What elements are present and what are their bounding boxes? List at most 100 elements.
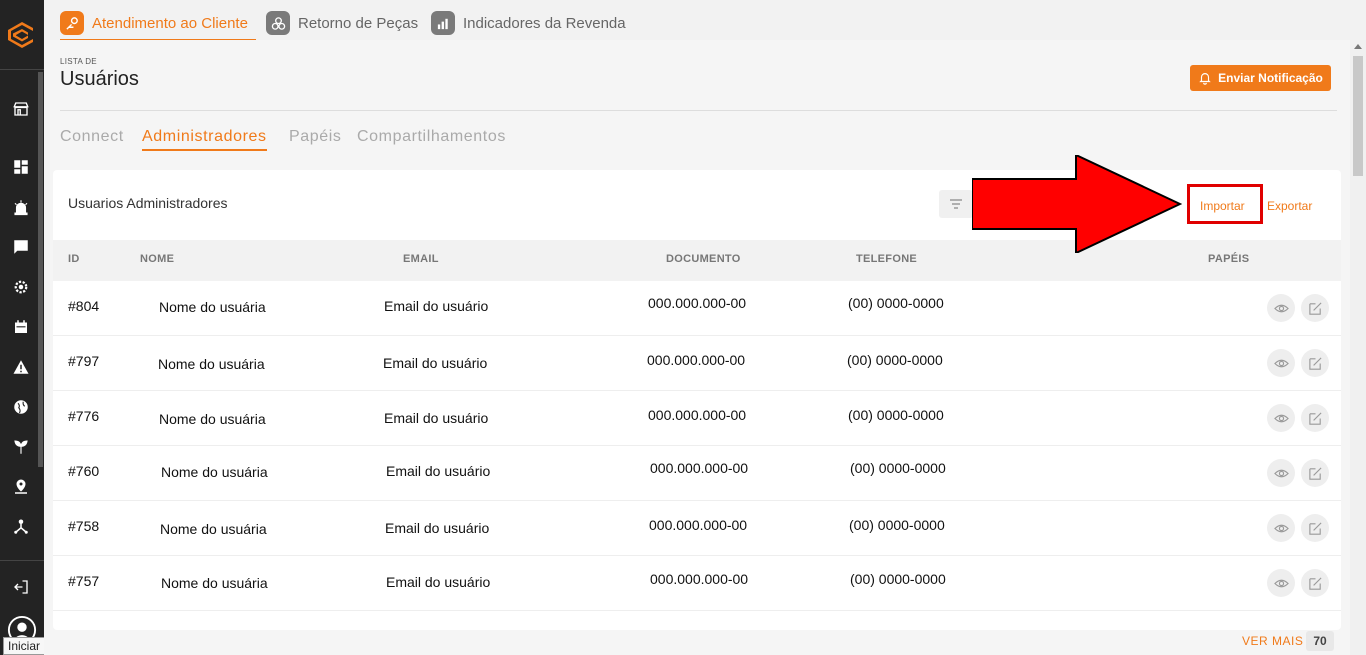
row-email: Email do usuário — [386, 574, 491, 590]
chart-icon — [431, 11, 455, 35]
import-button[interactable]: Importar — [1200, 199, 1245, 213]
row-phone: (00) 0000-0000 — [848, 407, 944, 423]
table-row[interactable]: #776 Nome do usuária Email do usuário 00… — [53, 391, 1341, 446]
row-name: Nome do usuária — [159, 411, 266, 427]
column-header-papeis: PAPÉIS — [1208, 253, 1250, 265]
table-row[interactable]: #797 Nome do usuária Email do usuário 00… — [53, 336, 1341, 391]
row-email: Email do usuário — [384, 410, 489, 426]
row-document: 000.000.000-00 — [649, 517, 748, 533]
see-more-link[interactable]: VER MAIS — [1242, 634, 1303, 648]
eye-icon — [1273, 359, 1289, 367]
subtab-papeis[interactable]: Papéis — [289, 128, 342, 146]
row-name: Nome do usuária — [161, 464, 268, 480]
scrollbar-thumb[interactable] — [1353, 56, 1363, 176]
subtab-connect[interactable]: Connect — [60, 128, 124, 146]
row-id: #758 — [68, 518, 100, 534]
edit-icon — [1308, 301, 1322, 315]
subtab-compartilhamentos[interactable]: Compartilhamentos — [357, 128, 506, 146]
page-eyebrow: LISTA DE — [60, 57, 97, 66]
edit-button[interactable] — [1301, 349, 1329, 377]
row-email: Email do usuário — [383, 355, 488, 371]
scroll-up-arrow-icon[interactable] — [1354, 44, 1362, 49]
edit-icon — [1308, 576, 1322, 590]
send-notification-button[interactable]: Enviar Notificação — [1190, 65, 1331, 91]
sidebar — [0, 0, 44, 655]
top-tab-bar: Atendimento ao Cliente Retorno de Peças … — [44, 0, 1366, 41]
tab-label: Retorno de Peças — [298, 14, 419, 32]
dashboard-icon[interactable] — [10, 156, 32, 178]
settings-icon[interactable] — [10, 276, 32, 298]
sidebar-divider — [0, 69, 44, 70]
view-button[interactable] — [1267, 404, 1295, 432]
row-name: Nome do usuária — [161, 575, 268, 591]
edit-button[interactable] — [1301, 514, 1329, 542]
eye-icon — [1273, 524, 1289, 532]
logout-icon[interactable] — [10, 576, 32, 598]
edit-icon — [1308, 356, 1322, 370]
edit-button[interactable] — [1301, 459, 1329, 487]
plant-icon[interactable] — [10, 436, 32, 458]
edit-button[interactable] — [1301, 294, 1329, 322]
row-phone: (00) 0000-0000 — [848, 295, 944, 311]
chat-icon[interactable] — [10, 236, 32, 258]
eye-icon — [1273, 414, 1289, 422]
main-content: LISTA DE Usuários Enviar Notificação Con… — [44, 40, 1350, 655]
edit-button[interactable] — [1301, 404, 1329, 432]
row-phone: (00) 0000-0000 — [850, 460, 946, 476]
page-scrollbar[interactable] — [1350, 40, 1366, 655]
alarm-icon[interactable] — [10, 196, 32, 218]
table-row[interactable]: #757 Nome do usuária Email do usuário 00… — [53, 556, 1341, 611]
hierarchy-icon[interactable] — [10, 516, 32, 538]
view-button[interactable] — [1267, 294, 1295, 322]
row-email: Email do usuário — [384, 298, 489, 314]
subtab-administradores[interactable]: Administradores — [142, 128, 267, 151]
bell-icon — [1199, 73, 1211, 85]
edit-icon — [1308, 521, 1322, 535]
row-id: #797 — [68, 353, 100, 369]
tab-retorno-pecas[interactable]: Retorno de Peças — [266, 6, 418, 40]
export-button[interactable]: Exportar — [1267, 199, 1312, 213]
row-phone: (00) 0000-0000 — [850, 571, 946, 587]
tab-label: Indicadores da Revenda — [463, 14, 626, 32]
row-name: Nome do usuária — [158, 356, 265, 372]
eye-icon — [1273, 304, 1289, 312]
row-document: 000.000.000-00 — [648, 295, 747, 311]
column-header-nome: NOME — [140, 253, 175, 265]
view-button[interactable] — [1267, 514, 1295, 542]
table-row[interactable]: #804 Nome do usuária Email do usuário 00… — [53, 281, 1341, 336]
map-pin-icon[interactable] — [10, 476, 32, 498]
card-title: Usuarios Administradores — [68, 195, 228, 211]
view-button[interactable] — [1267, 349, 1295, 377]
row-id: #760 — [68, 463, 100, 479]
page-title: Usuários — [60, 68, 139, 90]
view-button[interactable] — [1267, 569, 1295, 597]
row-document: 000.000.000-00 — [650, 571, 749, 587]
globe-icon[interactable] — [10, 396, 32, 418]
filter-button[interactable] — [939, 190, 973, 218]
sidebar-scrollbar[interactable] — [38, 72, 43, 467]
row-email: Email do usuário — [385, 520, 490, 536]
warning-icon[interactable] — [10, 356, 32, 378]
row-phone: (00) 0000-0000 — [849, 517, 945, 533]
store-icon[interactable] — [10, 98, 32, 120]
eye-icon — [1273, 579, 1289, 587]
column-header-id: ID — [68, 253, 80, 265]
table-row[interactable]: #758 Nome do usuária Email do usuário 00… — [53, 501, 1341, 556]
calendar-icon[interactable] — [10, 316, 32, 338]
service-icon — [60, 11, 84, 35]
brand-logo-icon[interactable] — [6, 19, 38, 51]
send-notification-label: Enviar Notificação — [1218, 71, 1323, 85]
eye-icon — [1273, 469, 1289, 477]
total-count-badge: 70 — [1306, 631, 1334, 651]
table-footer — [44, 630, 1350, 655]
column-header-documento: DOCUMENTO — [666, 253, 741, 265]
row-document: 000.000.000-00 — [648, 407, 747, 423]
row-id: #757 — [68, 573, 100, 589]
table-row[interactable]: #760 Nome do usuária Email do usuário 00… — [53, 446, 1341, 501]
tab-atendimento-cliente[interactable]: Atendimento ao Cliente — [60, 6, 256, 41]
edit-button[interactable] — [1301, 569, 1329, 597]
row-name: Nome do usuária — [160, 521, 267, 537]
row-name: Nome do usuária — [159, 299, 266, 315]
tab-indicadores-revenda[interactable]: Indicadores da Revenda — [431, 6, 626, 40]
view-button[interactable] — [1267, 459, 1295, 487]
